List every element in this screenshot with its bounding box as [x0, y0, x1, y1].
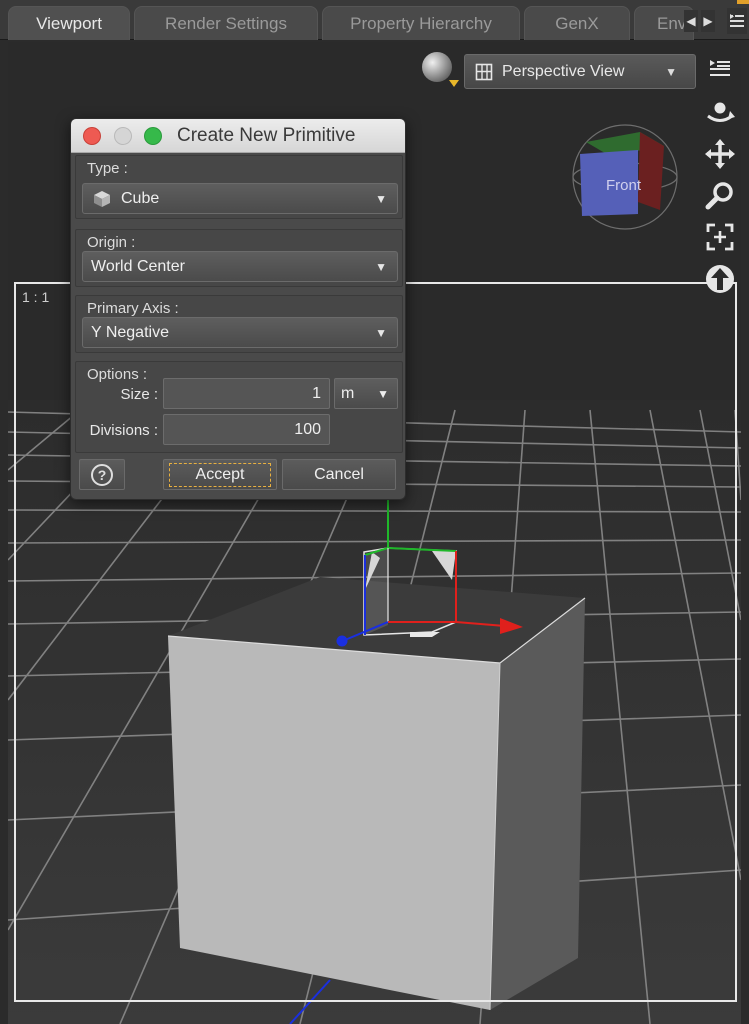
primary-axis-label: Primary Axis :	[87, 300, 179, 317]
tab-genx[interactable]: GenX	[524, 6, 630, 40]
chevron-down-icon: ▼	[665, 64, 677, 79]
origin-value: World Center	[91, 257, 185, 275]
pan-camera-icon[interactable]	[702, 137, 738, 171]
divisions-input[interactable]: 100	[163, 414, 330, 445]
chevron-down-icon: ▼	[377, 386, 389, 401]
dialog-title-bar[interactable]: Create New Primitive	[71, 119, 405, 153]
cancel-label: Cancel	[314, 465, 364, 483]
view-mode-value: Perspective View	[502, 62, 625, 80]
navigation-cube[interactable]: Front	[566, 118, 684, 236]
tab-scroll-right-icon[interactable]: ▶	[701, 10, 715, 32]
type-label: Type :	[87, 160, 128, 177]
dialog-title: Create New Primitive	[177, 125, 356, 146]
chevron-down-icon: ▼	[375, 325, 387, 340]
tab-bar: Viewport Render Settings Property Hierar…	[0, 0, 749, 40]
chevron-down-icon: ▼	[375, 259, 387, 274]
cancel-button[interactable]: Cancel	[282, 459, 396, 490]
size-input[interactable]: 1	[163, 378, 330, 409]
orbit-camera-icon[interactable]	[702, 96, 738, 130]
render-sphere-icon[interactable]	[422, 52, 452, 82]
primary-axis-select[interactable]: Y Negative ▼	[82, 317, 398, 348]
zoom-window-button[interactable]	[144, 127, 162, 145]
view-mode-select[interactable]: Perspective View ▼	[464, 54, 696, 89]
orange-indicator	[737, 0, 749, 4]
help-icon: ?	[91, 463, 113, 486]
origin-group: Origin : World Center ▼	[75, 229, 403, 287]
perspective-grid-icon	[475, 63, 493, 81]
accept-button[interactable]: Accept	[163, 459, 277, 490]
tab-label: Env	[657, 13, 687, 33]
tab-label: Property Hierarchy	[350, 13, 492, 33]
tab-render-settings[interactable]: Render Settings	[134, 6, 318, 40]
help-button[interactable]: ?	[79, 459, 125, 490]
origin-select[interactable]: World Center ▼	[82, 251, 398, 282]
size-unit-value: m	[341, 384, 355, 402]
options-group: Options : Size : 1 m ▼ Divisions : 100	[75, 361, 403, 453]
size-unit-select[interactable]: m ▼	[334, 378, 398, 409]
render-sphere-caret-icon[interactable]	[449, 80, 459, 87]
type-select[interactable]: Cube ▼	[82, 183, 398, 214]
cube-front-face	[168, 636, 500, 1010]
app-window: Viewport Render Settings Property Hierar…	[0, 0, 749, 1024]
type-value: Cube	[121, 189, 160, 207]
cube-icon	[93, 190, 113, 208]
tab-label: Render Settings	[165, 13, 287, 33]
navcube-face-label: Front	[606, 177, 642, 194]
tab-label: Viewport	[36, 13, 102, 33]
accept-label: Accept	[168, 462, 272, 487]
create-primitive-dialog: Create New Primitive Type : Cube ▼ Origi…	[70, 118, 406, 500]
tab-viewport[interactable]: Viewport	[8, 6, 130, 40]
options-label: Options :	[87, 366, 148, 383]
type-group: Type : Cube ▼	[75, 155, 403, 219]
camera-up-icon[interactable]	[702, 262, 738, 296]
zoom-ratio-label: 1 : 1	[22, 289, 50, 305]
tab-menu-icon[interactable]	[727, 8, 747, 34]
tab-scroll-left-icon[interactable]: ◀	[684, 10, 698, 32]
size-label: Size :	[120, 386, 158, 403]
primary-axis-value: Y Negative	[91, 323, 169, 341]
chevron-down-icon: ▼	[375, 191, 387, 206]
tab-label: GenX	[555, 13, 599, 33]
close-window-button[interactable]	[83, 127, 101, 145]
tab-property-hierarchy[interactable]: Property Hierarchy	[322, 6, 520, 40]
minimize-window-button[interactable]	[114, 127, 132, 145]
frame-selection-icon[interactable]	[702, 220, 738, 254]
divisions-label: Divisions :	[89, 422, 158, 439]
origin-label: Origin :	[87, 234, 136, 251]
zoom-camera-icon[interactable]	[702, 179, 738, 213]
viewport-menu-icon[interactable]	[702, 52, 738, 86]
primary-axis-group: Primary Axis : Y Negative ▼	[75, 295, 403, 353]
